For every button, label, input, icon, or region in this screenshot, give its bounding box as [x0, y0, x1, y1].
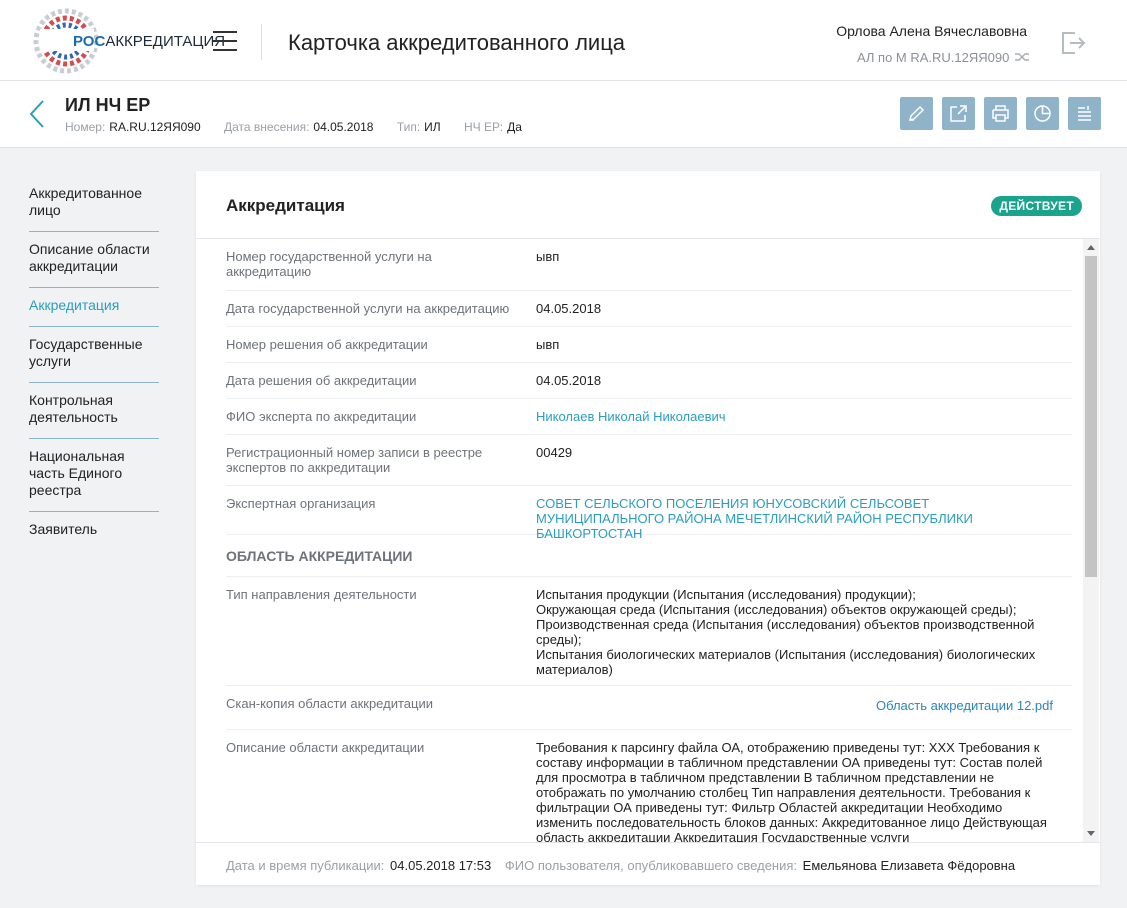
date-label: Дата внесения: [224, 120, 310, 134]
user-role-switcher[interactable]: АЛ по М RA.RU.12ЯЯ090 [857, 50, 1029, 65]
detail-row: Скан-копия области аккредитации Область … [226, 686, 1072, 730]
row-value: ывп [536, 249, 560, 264]
list-icon [1078, 106, 1091, 121]
user-name: Орлова Алена Вячеславовна [836, 23, 1027, 39]
row-value: 00429 [536, 445, 573, 460]
row-label: Номер государственной услуги на аккредит… [226, 249, 432, 279]
detail-row: Тип направления деятельности Испытания п… [226, 577, 1072, 686]
detail-row: Дата государственной услуги на аккредита… [226, 291, 1072, 327]
publisher-label: ФИО пользователя, опубликовавшего сведен… [504, 858, 798, 873]
shuffle-icon [1015, 53, 1029, 61]
entity-header: ИЛ НЧ ЕР Номер: RA.RU.12ЯЯ090 Дата внесен… [0, 81, 1127, 148]
top-header: РОСАККРЕДИТАЦИЯ Карточка аккредитованног… [0, 0, 1127, 81]
row-label: Описание области аккредитации [226, 740, 425, 755]
type-value: ИЛ [424, 120, 441, 134]
external-link-icon [950, 105, 967, 122]
print-button[interactable] [984, 97, 1017, 130]
nav-item-control-activity[interactable]: Контрольная деятельность [29, 383, 159, 439]
row-value: Испытания продукции (Испытания (исследов… [536, 587, 1036, 677]
back-arrow-icon[interactable] [28, 99, 46, 129]
list-view-button[interactable] [1068, 97, 1101, 130]
publisher-value: Емельянова Елизавета Фёдоровна [802, 858, 1016, 873]
detail-row: ФИО эксперта по аккредитации Николаев Ни… [226, 399, 1072, 435]
section-nav: Аккредитованное лицо Описание области ак… [29, 176, 159, 550]
row-value: 04.05.2018 [536, 373, 602, 388]
row-label: Регистрационный номер записи в реестре э… [226, 445, 483, 475]
detail-row: Экспертная организация СОВЕТ СЕЛЬСКОГО П… [226, 486, 1072, 541]
statistics-button[interactable] [1026, 97, 1059, 130]
scroll-thumb[interactable] [1085, 256, 1097, 577]
row-value: ывп [536, 337, 560, 352]
detail-row: Дата решения об аккредитации 04.05.2018 [226, 363, 1072, 399]
detail-row: Регистрационный номер записи в реестре э… [226, 435, 1072, 486]
nav-item-scope-description[interactable]: Описание области аккредитации [29, 232, 159, 288]
number-label: Номер: [65, 120, 106, 134]
logo-text: РОСАККРЕДИТАЦИЯ [73, 33, 226, 50]
publication-date-label: Дата и время публикации: [226, 858, 385, 873]
header-divider [261, 24, 262, 60]
rosaccreditation-logo[interactable]: РОСАККРЕДИТАЦИЯ [30, 4, 225, 76]
user-role-label: АЛ по М RA.RU.12ЯЯ090 [856, 50, 1010, 65]
nav-item-national-part[interactable]: Национальная часть Единого реестра [29, 439, 159, 512]
row-label: Дата государственной услуги на аккредита… [226, 301, 510, 316]
date-value: 04.05.2018 [313, 120, 374, 134]
nav-item-accreditation[interactable]: Аккредитация [29, 288, 159, 327]
section-title: ОБЛАСТЬ АККРЕДИТАЦИИ [226, 548, 413, 564]
pencil-icon [908, 105, 925, 122]
nav-item-state-services[interactable]: Государственные услуги [29, 327, 159, 383]
ncher-label: НЧ ЕР: [464, 120, 504, 134]
expert-link[interactable]: Николаев Николай Николаевич [536, 409, 1061, 424]
entity-meta: Номер: RA.RU.12ЯЯ090 Дата внесения: 04.05.… [65, 120, 542, 134]
card-title: Аккредитация [226, 196, 345, 215]
page-title: Карточка аккредитованного лица [288, 30, 626, 55]
menu-icon[interactable] [213, 31, 237, 51]
row-label: Дата решения об аккредитации [226, 373, 417, 388]
edit-button[interactable] [900, 97, 933, 130]
detail-row: Описание области аккредитации Требования… [226, 730, 1072, 842]
open-external-button[interactable] [942, 97, 975, 130]
pie-chart-icon [1034, 105, 1051, 122]
ncher-value: Да [507, 120, 522, 134]
type-label: Тип: [396, 120, 421, 134]
row-label: Тип направления деятельности [226, 587, 417, 602]
row-label: ФИО эксперта по аккредитации [226, 409, 417, 424]
row-label: Скан-копия области аккредитации [226, 696, 433, 711]
number-value: RA.RU.12ЯЯ090 [109, 120, 201, 134]
card-body[interactable]: Номер государственной услуги на аккредит… [196, 239, 1100, 842]
logout-icon[interactable] [1060, 30, 1086, 56]
printer-icon [992, 105, 1009, 122]
scan-file-link[interactable]: Область аккредитации 12.pdf [536, 698, 1053, 713]
detail-row: Номер решения об аккредитации ывп [226, 327, 1072, 363]
row-label: Номер решения об аккредитации [226, 337, 428, 352]
card-header: Аккредитация ДЕЙСТВУЕТ [196, 171, 1100, 239]
scroll-down-arrow-icon[interactable] [1087, 831, 1095, 836]
row-value: 04.05.2018 [536, 301, 602, 316]
entity-title: ИЛ НЧ ЕР [65, 95, 151, 115]
publication-footer: Дата и время публикации: 04.05.2018 17:5… [196, 842, 1100, 885]
status-badge: ДЕЙСТВУЕТ [991, 196, 1082, 216]
detail-row: Номер государственной услуги на аккредит… [226, 239, 1072, 291]
section-header-row: ОБЛАСТЬ АККРЕДИТАЦИИ [226, 535, 1072, 577]
nav-item-applicant[interactable]: Заявитель [29, 512, 159, 550]
row-label: Экспертная организация [226, 496, 376, 511]
row-value: Требования к парсингу файла ОА, отображе… [536, 740, 1047, 842]
scroll-up-arrow-icon[interactable] [1087, 245, 1095, 250]
publication-date-value: 04.05.2018 17:53 [390, 858, 492, 873]
nav-item-accredited-person[interactable]: Аккредитованное лицо [29, 176, 159, 232]
vertical-scrollbar[interactable] [1083, 239, 1099, 842]
accreditation-card: Аккредитация ДЕЙСТВУЕТ Номер государстве… [196, 171, 1100, 885]
